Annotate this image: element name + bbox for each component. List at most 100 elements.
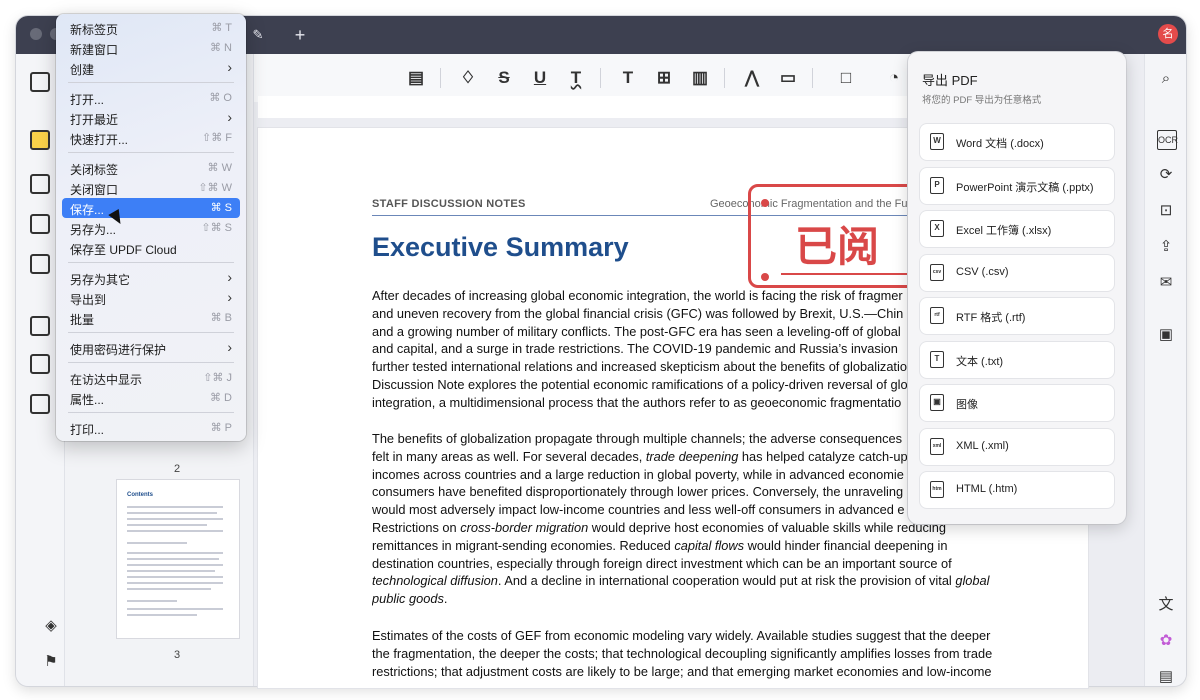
convert-file-icon[interactable]: ⟳ (1157, 166, 1175, 184)
text-segment: would most adversely impact low-income c… (372, 502, 905, 518)
menu-item[interactable]: 打开最近 › (62, 108, 240, 128)
comment-icon[interactable] (30, 130, 50, 150)
convert-icon[interactable] (30, 254, 50, 274)
protect-icon[interactable] (30, 394, 50, 414)
menu-item[interactable]: 使用密码进行保护 › (62, 338, 240, 358)
stamp-icon[interactable]: ◔ (882, 66, 906, 90)
shape-icon[interactable]: □ (834, 66, 858, 90)
export-option[interactable]: P PowerPoint 演示文稿 (.pptx) (920, 167, 1114, 204)
export-pdf-panel: 导出 PDF 将您的 PDF 导出为任意格式 W Word 文档 (.docx) P… (908, 52, 1126, 524)
export-option[interactable]: rtf RTF 格式 (.rtf) (920, 298, 1114, 334)
pencil-draw-icon[interactable]: ⋀ (740, 66, 764, 90)
export-option[interactable]: T 文本 (.txt) (920, 341, 1114, 378)
menu-shortcut: ⌘ W (207, 162, 232, 174)
export-panel-title: 导出 PDF (922, 73, 978, 88)
text-icon[interactable]: T (616, 66, 640, 90)
menu-item[interactable]: 打印... ⌘ P (62, 418, 240, 438)
underline-icon[interactable]: U (528, 66, 552, 90)
powerpoint-file-icon: P (930, 176, 944, 194)
organize-pages-icon[interactable] (30, 316, 50, 336)
menu-separator (68, 412, 234, 413)
avatar[interactable]: 名 (1158, 24, 1178, 44)
word-file-icon: W (930, 133, 944, 150)
excel-file-icon: X (930, 220, 944, 237)
new-tab-button[interactable]: + (290, 22, 310, 48)
menu-separator (68, 82, 234, 83)
email-icon[interactable]: ✉ (1157, 274, 1175, 292)
close-window-button[interactable] (30, 28, 42, 40)
page-3-thumbnail[interactable]: Contents (117, 480, 239, 638)
text-segment: Restrictions on (372, 519, 461, 535)
translate-icon[interactable]: 文 (1157, 596, 1175, 614)
export-option[interactable]: X Excel 工作簿 (.xlsx) (920, 211, 1114, 247)
menu-shortcut: ⌘ B (210, 312, 232, 324)
export-option-label: PowerPoint 演示文稿 (.pptx) (956, 181, 1094, 194)
menu-item[interactable]: 新建窗口 ⌘ N (62, 38, 240, 58)
note-icon[interactable]: ▤ (404, 66, 428, 90)
form-icon[interactable] (30, 214, 50, 234)
menu-shortcut: ⇧⌘ J (203, 372, 232, 384)
menu-item[interactable]: 在访达中显示 ⇧⌘ J (62, 368, 240, 388)
text-line: Estimates of the costs of GEF from econo… (372, 628, 991, 643)
ai-assistant-icon[interactable]: ✿ (1157, 632, 1175, 650)
menu-separator (68, 362, 234, 363)
squiggly-icon[interactable]: T (564, 66, 588, 90)
strikethrough-icon[interactable]: S (492, 66, 516, 90)
menu-item[interactable]: 创建 › (62, 58, 240, 78)
search-icon[interactable]: ⌕ (1157, 70, 1175, 88)
menu-item[interactable]: 属性... ⌘ D (62, 388, 240, 408)
image-file-icon: ▣ (930, 394, 944, 411)
menu-item[interactable]: 导出到 › (62, 288, 240, 308)
export-option-label: 图像 (956, 399, 978, 411)
export-option[interactable]: W Word 文档 (.docx) (920, 124, 1114, 160)
text-segment: would hinder financial deepening in (744, 537, 948, 553)
menu-item[interactable]: 新标签页 ⌘ T (62, 18, 240, 38)
share-icon[interactable]: ⇪ (1157, 238, 1175, 256)
export-option-label: 文本 (.txt) (956, 355, 1004, 368)
italic-term: trade deepening (645, 448, 739, 464)
export-option[interactable]: ▣ 图像 (920, 385, 1114, 421)
textbox-icon[interactable]: ⊞ (652, 66, 676, 90)
italic-term: technological diffusion (372, 573, 498, 589)
page-title: Executive Summary (372, 232, 629, 262)
menu-item[interactable]: 保存至 UPDF Cloud (62, 238, 240, 258)
menu-shortcut: ⌘ D (210, 392, 232, 404)
crop-icon[interactable] (30, 354, 50, 374)
edit-pdf-icon[interactable] (30, 174, 50, 194)
menu-item[interactable]: 快速打开... ⇧⌘ F (62, 128, 240, 148)
menu-item[interactable]: 保存... ⌘ S (62, 198, 240, 218)
highlight-icon[interactable]: ♢ (456, 66, 480, 90)
comments-list-icon[interactable]: ▤ (1157, 668, 1175, 686)
text-segment: has helped catalyze catch-up (738, 448, 908, 464)
text-line: destination countries, especially throug… (372, 555, 1012, 573)
ocr-icon[interactable]: OCR (1157, 130, 1178, 150)
menu-shortcut: ⇧⌘ F (202, 132, 232, 144)
menu-item[interactable]: 关闭标签 ⌘ W (62, 158, 240, 178)
export-option[interactable]: xml XML (.xml) (920, 428, 1114, 465)
paragraph-3: Estimates of the costs of GEF from econo… (372, 627, 1012, 680)
italic-term: public goods (372, 591, 444, 607)
text-segment: consumers have benefited disproportionat… (372, 484, 904, 500)
pencil-icon[interactable]: ✎ (246, 22, 270, 48)
menu-item[interactable]: 关闭窗口 ⇧⌘ W (62, 178, 240, 198)
bookmark-icon[interactable]: ⚑ (42, 653, 60, 671)
chevron-right-icon: › (227, 269, 232, 285)
export-option-label: RTF 格式 (.rtf) (956, 312, 1026, 324)
menu-item[interactable]: 打开... ⌘ O (62, 88, 240, 108)
reader-icon[interactable] (30, 72, 50, 92)
chevron-right-icon: › (227, 339, 232, 355)
export-option-label: CSV (.csv) (956, 265, 1009, 278)
page-3-label: 3 (173, 649, 181, 661)
eraser-icon[interactable]: ▭ (776, 66, 800, 90)
menu-item[interactable]: 另存为其它 › (62, 268, 240, 288)
layers-icon[interactable]: ◈ (42, 617, 60, 635)
approved-stamp[interactable]: 已阅 (748, 184, 928, 288)
thumbnail-heading: Contents (127, 492, 153, 498)
export-option[interactable]: csv CSV (.csv) (920, 254, 1114, 291)
text-callout-icon[interactable]: ▥ (688, 66, 712, 90)
menu-item[interactable]: 另存为... ⇧⌘ S (62, 218, 240, 238)
save-icon[interactable]: ▣ (1157, 326, 1175, 344)
export-option[interactable]: htm HTML (.htm) (920, 472, 1114, 508)
menu-item[interactable]: 批量 ⌘ B (62, 308, 240, 328)
protect-file-icon[interactable]: ⊡ (1157, 202, 1175, 220)
